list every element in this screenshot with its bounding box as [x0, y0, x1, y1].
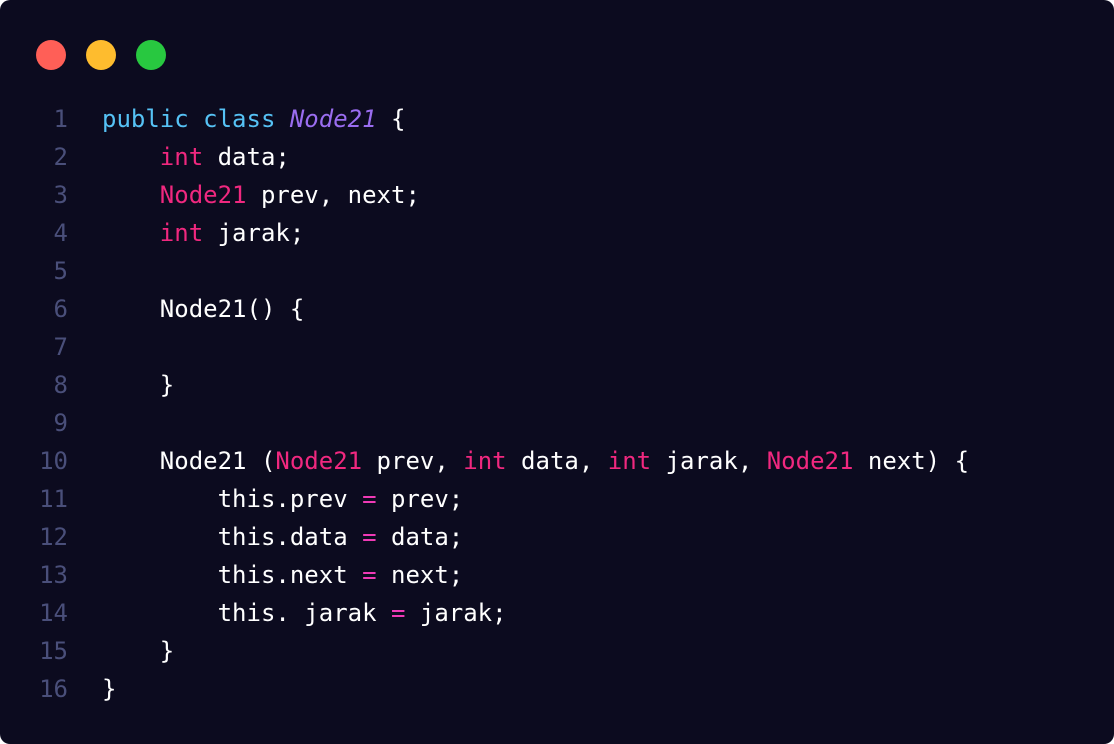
code-text: int data;	[102, 138, 290, 176]
code-line: 1 public class Node21 {	[0, 100, 1114, 138]
code-token: next) {	[853, 447, 970, 475]
code-token: Node21() {	[159, 295, 305, 323]
code-token: data,	[506, 447, 608, 475]
line-number: 7	[53, 333, 68, 361]
code-line: 8 }	[0, 366, 1114, 404]
code-token: }	[159, 637, 175, 665]
code-text: Node21() {	[102, 290, 305, 328]
code-text: this. jarak = jarak;	[102, 594, 507, 632]
code-line: 7	[0, 328, 1114, 366]
code-token: prev, next;	[246, 181, 420, 209]
code-token: int	[159, 143, 204, 171]
code-token: jarak;	[405, 599, 507, 627]
code-line: 9	[0, 404, 1114, 442]
code-token: =	[362, 561, 377, 589]
code-line: 5	[0, 252, 1114, 290]
code-token: prev;	[376, 485, 464, 513]
code-text: }	[102, 670, 116, 708]
code-token: this.data	[217, 523, 363, 551]
code-token: jarak;	[203, 219, 305, 247]
code-token: this.prev	[217, 485, 363, 513]
code-line: 12 this.data = data;	[0, 518, 1114, 556]
line-number: 9	[53, 409, 68, 437]
code-text: }	[102, 366, 174, 404]
line-number: 8	[53, 371, 68, 399]
line-number: 6	[53, 295, 68, 323]
code-token: int	[463, 447, 507, 475]
code-line: 4 int jarak;	[0, 214, 1114, 252]
line-number: 11	[39, 485, 68, 513]
code-line: 3 Node21 prev, next;	[0, 176, 1114, 214]
line-number: 1	[53, 105, 68, 133]
code-token: =	[362, 523, 377, 551]
code-text: Node21 (Node21 prev, int data, int jarak…	[102, 442, 969, 480]
code-token: int	[607, 447, 652, 475]
code-token: Node21	[289, 105, 377, 133]
code-line: 11 this.prev = prev;	[0, 480, 1114, 518]
line-number: 14	[39, 599, 68, 627]
code-text: this.next = next;	[102, 556, 464, 594]
line-number: 10	[39, 447, 68, 475]
maximize-dot-icon[interactable]	[136, 40, 166, 70]
code-token: Node21 (	[159, 447, 276, 475]
code-token: next;	[376, 561, 464, 589]
code-line: 13 this.next = next;	[0, 556, 1114, 594]
code-token: data;	[203, 143, 290, 171]
code-token: =	[362, 485, 377, 513]
code-token: Node21	[159, 181, 247, 209]
code-line: 6 Node21() {	[0, 290, 1114, 328]
code-text: this.prev = prev;	[102, 480, 464, 518]
line-number: 12	[39, 523, 68, 551]
code-line: 16}	[0, 670, 1114, 708]
close-dot-icon[interactable]	[36, 40, 66, 70]
code-window: 1 public class Node21 {2 int data; 3 Node2…	[0, 0, 1114, 744]
line-number: 3	[53, 181, 68, 209]
line-number: 13	[39, 561, 68, 589]
code-line: 2 int data;	[0, 138, 1114, 176]
code-token: {	[376, 105, 406, 133]
code-line: 14 this. jarak = jarak;	[0, 594, 1114, 632]
code-token: }	[102, 675, 117, 703]
code-block: 1 public class Node21 {2 int data; 3 Node2…	[0, 100, 1114, 708]
code-token: }	[159, 371, 175, 399]
code-text: Node21 prev, next;	[102, 176, 420, 214]
code-token: jarak,	[651, 447, 767, 475]
code-token: Node21	[275, 447, 363, 475]
minimize-dot-icon[interactable]	[86, 40, 116, 70]
code-token: data;	[376, 523, 464, 551]
code-token: =	[390, 599, 406, 627]
line-number: 15	[39, 637, 68, 665]
code-token: public	[102, 105, 189, 133]
code-token: this.next	[217, 561, 363, 589]
line-number: 5	[53, 257, 68, 285]
code-text: }	[102, 632, 174, 670]
code-token: Node21	[766, 447, 854, 475]
line-number: 2	[53, 143, 68, 171]
code-text: public class Node21 {	[102, 100, 405, 138]
line-number: 16	[39, 675, 68, 703]
code-token: prev,	[362, 447, 464, 475]
code-text: int jarak;	[102, 214, 305, 252]
code-line: 15 }	[0, 632, 1114, 670]
code-token: int	[159, 219, 204, 247]
code-line: 10 Node21 (Node21 prev, int data, int ja…	[0, 442, 1114, 480]
code-token: this. jarak	[217, 599, 391, 627]
code-text: this.data = data;	[102, 518, 464, 556]
line-number: 4	[53, 219, 68, 247]
code-token: class	[203, 105, 276, 133]
